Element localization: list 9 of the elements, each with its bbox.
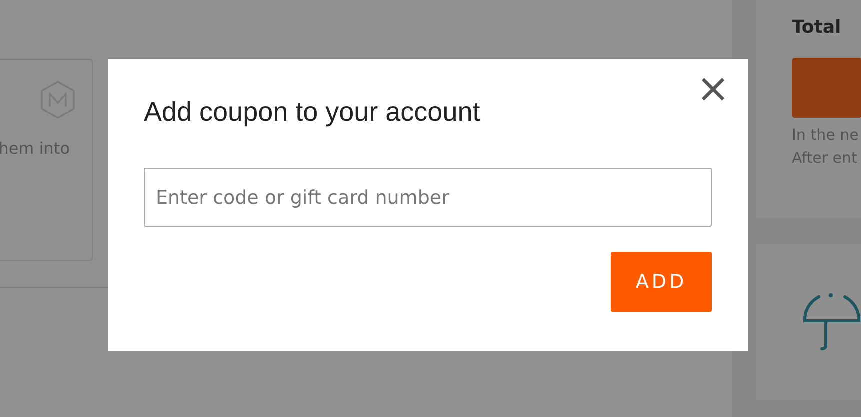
coupon-input-field[interactable]: Enter code or gift card number — [144, 168, 712, 227]
info-text: After ent — [792, 148, 858, 169]
info-text: In the ne — [792, 125, 860, 146]
card-text: hem into — [0, 139, 70, 158]
umbrella-icon — [802, 293, 861, 351]
dialog-title: Add coupon to your account — [144, 97, 482, 128]
checkout-button[interactable] — [792, 58, 861, 118]
total-title: Total — [792, 17, 842, 38]
close-button[interactable]: × — [692, 67, 734, 111]
